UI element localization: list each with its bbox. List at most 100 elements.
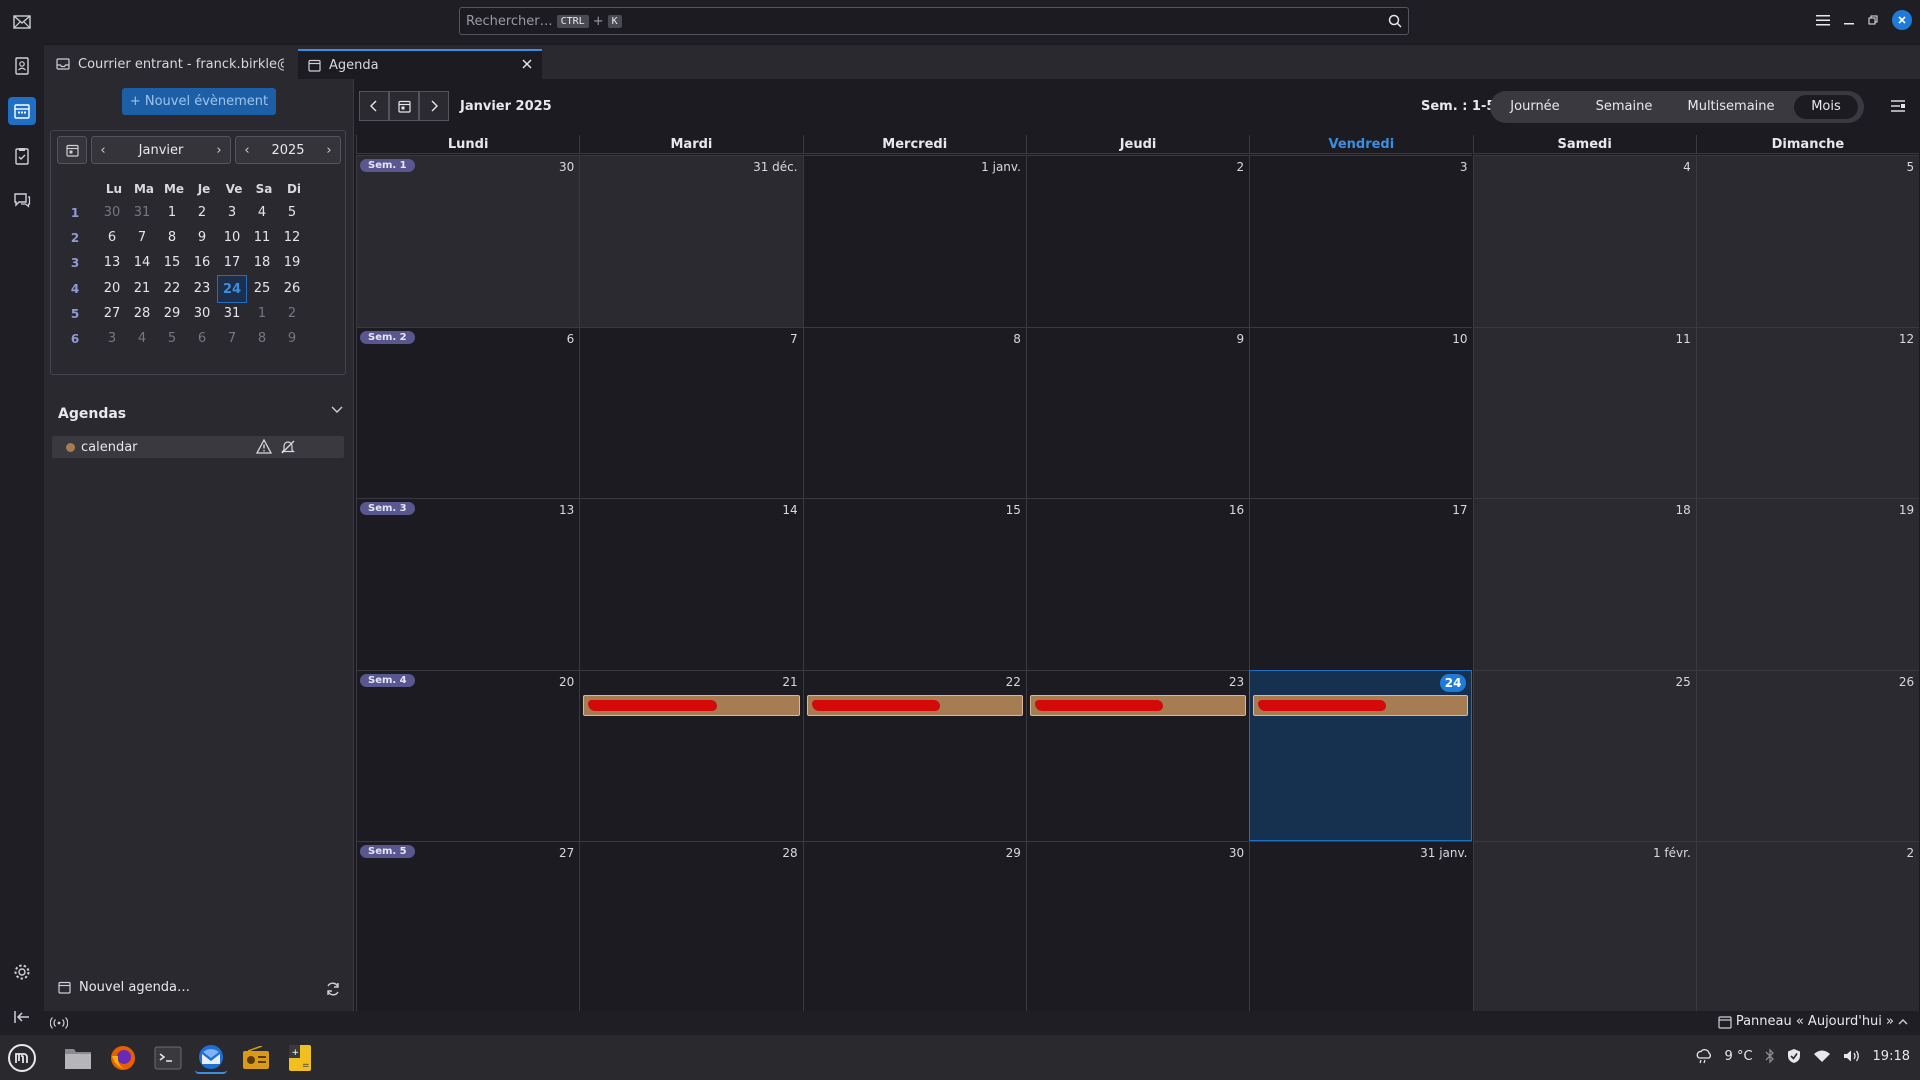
day-cell[interactable]: 7 bbox=[579, 326, 803, 499]
mini-calendar-day[interactable]: 31 bbox=[127, 199, 157, 227]
day-cell[interactable]: 12 bbox=[1695, 326, 1920, 499]
day-cell[interactable]: 6 Sem. 2 bbox=[356, 326, 580, 499]
mini-calendar-day[interactable]: 4 bbox=[127, 325, 157, 353]
mini-calendar-day[interactable]: 4 bbox=[247, 199, 277, 227]
radio-app-icon[interactable] bbox=[240, 1042, 272, 1074]
mini-calendar-day[interactable]: 8 bbox=[157, 224, 187, 252]
mini-calendar-day[interactable]: 25 bbox=[247, 275, 277, 303]
wifi-icon[interactable] bbox=[1813, 1049, 1831, 1063]
day-cell[interactable]: 10 bbox=[1249, 326, 1473, 499]
day-cell[interactable]: 17 bbox=[1249, 498, 1473, 670]
day-cell[interactable]: 21 bbox=[579, 669, 803, 842]
day-cell[interactable]: 29 bbox=[802, 841, 1026, 1013]
mini-calendar-day[interactable]: 1 bbox=[157, 199, 187, 227]
day-cell[interactable]: 16 bbox=[1025, 498, 1250, 670]
refresh-icon[interactable] bbox=[325, 981, 341, 997]
calendar-space-icon[interactable] bbox=[8, 97, 36, 125]
calendar-event[interactable] bbox=[583, 694, 800, 716]
bluetooth-icon[interactable] bbox=[1765, 1048, 1775, 1064]
week-badge[interactable]: Sem. 4 bbox=[360, 673, 415, 687]
mini-calendar-day[interactable]: 10 bbox=[217, 224, 247, 252]
view-tab-multiweek[interactable]: Multisemaine bbox=[1674, 95, 1788, 119]
clock[interactable]: 19:18 bbox=[1873, 1049, 1910, 1064]
tab-agenda[interactable]: Agenda bbox=[298, 49, 542, 79]
day-cell[interactable]: 31 déc. bbox=[579, 155, 803, 327]
close-tab-icon[interactable] bbox=[522, 59, 532, 69]
new-event-button[interactable]: + Nouvel évènement bbox=[122, 88, 276, 115]
mini-calendar-day[interactable]: 2 bbox=[277, 300, 307, 328]
mini-calendar-day[interactable]: 24 bbox=[217, 274, 247, 303]
next-year-icon[interactable]: › bbox=[318, 137, 340, 163]
mini-calendar-day[interactable]: 7 bbox=[217, 325, 247, 353]
mini-calendar-today-button[interactable] bbox=[57, 136, 87, 164]
app-menu-icon[interactable] bbox=[1816, 14, 1830, 26]
mini-calendar-day[interactable]: 11 bbox=[247, 224, 277, 252]
firefox-icon[interactable] bbox=[107, 1042, 139, 1074]
search-icon[interactable] bbox=[1388, 14, 1402, 28]
mini-calendar-day[interactable]: 15 bbox=[157, 249, 187, 277]
mini-calendar-day[interactable]: 7 bbox=[127, 224, 157, 252]
close-window-icon[interactable] bbox=[1892, 10, 1912, 30]
day-cell[interactable]: 9 bbox=[1025, 326, 1250, 499]
mini-calendar-day[interactable]: 12 bbox=[277, 224, 307, 252]
search-box[interactable]: Rechercher… CTRL + K bbox=[459, 7, 1409, 35]
mini-calendar-day[interactable]: 22 bbox=[157, 275, 187, 303]
mini-calendar-day[interactable]: 19 bbox=[277, 249, 307, 277]
week-badge[interactable]: Sem. 1 bbox=[360, 159, 415, 172]
day-cell[interactable]: 26 bbox=[1695, 669, 1920, 842]
weather-icon[interactable] bbox=[1695, 1048, 1713, 1064]
day-cell[interactable]: 31 janv. bbox=[1249, 841, 1473, 1013]
mini-calendar-day[interactable]: 6 bbox=[97, 224, 127, 252]
day-cell[interactable]: 2 bbox=[1695, 841, 1920, 1013]
files-icon[interactable] bbox=[62, 1042, 94, 1074]
day-cell[interactable]: 22 bbox=[802, 669, 1026, 842]
online-status-icon[interactable] bbox=[50, 1017, 68, 1029]
mini-calendar-day[interactable]: 2 bbox=[187, 199, 217, 227]
day-cell[interactable]: 11 bbox=[1472, 326, 1696, 499]
mini-calendar-week-number[interactable]: 4 bbox=[65, 282, 85, 296]
restore-icon[interactable] bbox=[1868, 15, 1878, 25]
mini-calendar-day[interactable]: 30 bbox=[187, 300, 217, 328]
next-month-icon[interactable]: › bbox=[208, 137, 230, 163]
day-cell[interactable]: 4 bbox=[1472, 155, 1696, 327]
mini-calendar-month[interactable]: Janvier bbox=[139, 143, 184, 158]
today-button[interactable] bbox=[389, 91, 419, 121]
chevron-down-icon[interactable] bbox=[331, 406, 343, 414]
mini-calendar-day[interactable]: 28 bbox=[127, 300, 157, 328]
mini-calendar-day[interactable]: 26 bbox=[277, 275, 307, 303]
mini-calendar-day[interactable]: 14 bbox=[127, 249, 157, 277]
mini-calendar-day[interactable]: 9 bbox=[187, 224, 217, 252]
day-cell[interactable]: 20 Sem. 4 bbox=[356, 669, 580, 842]
day-cell[interactable]: 1 févr. bbox=[1472, 841, 1696, 1013]
mini-calendar-day[interactable]: 17 bbox=[217, 249, 247, 277]
mini-calendar-day[interactable]: 3 bbox=[97, 325, 127, 353]
mini-calendar-day[interactable]: 31 bbox=[217, 300, 247, 328]
day-cell[interactable]: 23 bbox=[1025, 669, 1250, 842]
week-badge[interactable]: Sem. 3 bbox=[360, 502, 415, 516]
calendar-event[interactable] bbox=[1029, 694, 1247, 716]
week-badge[interactable]: Sem. 5 bbox=[360, 845, 415, 859]
settings-gear-icon[interactable] bbox=[8, 958, 36, 986]
day-cell[interactable]: 18 bbox=[1472, 498, 1696, 670]
day-cell[interactable]: 30 bbox=[1025, 841, 1250, 1013]
collapse-sidebar-icon[interactable] bbox=[8, 1003, 36, 1031]
day-cell[interactable]: 8 bbox=[802, 326, 1026, 499]
today-pane-toggle[interactable]: Panneau « Aujourd'hui » bbox=[1718, 1014, 1908, 1029]
prev-month-icon[interactable]: ‹ bbox=[92, 137, 114, 163]
mini-calendar-day[interactable]: 1 bbox=[247, 300, 277, 328]
mini-calendar-day[interactable]: 29 bbox=[157, 300, 187, 328]
day-cell[interactable]: 1 janv. bbox=[802, 155, 1026, 327]
mini-calendar-week-number[interactable]: 1 bbox=[65, 206, 85, 220]
day-cell[interactable]: 13 Sem. 3 bbox=[356, 498, 580, 670]
mini-calendar-day[interactable]: 23 bbox=[187, 275, 217, 303]
menu-logo-icon[interactable] bbox=[6, 1042, 38, 1074]
mini-calendar-day[interactable]: 27 bbox=[97, 300, 127, 328]
week-badge[interactable]: Sem. 2 bbox=[360, 330, 415, 344]
mini-calendar-day[interactable]: 16 bbox=[187, 249, 217, 277]
terminal-icon[interactable] bbox=[152, 1042, 184, 1074]
view-tab-week[interactable]: Semaine bbox=[1580, 95, 1668, 119]
mini-calendar-day[interactable]: 8 bbox=[247, 325, 277, 353]
mini-calendar-day[interactable]: 18 bbox=[247, 249, 277, 277]
shield-icon[interactable] bbox=[1787, 1048, 1801, 1064]
day-cell[interactable]: 28 bbox=[579, 841, 803, 1013]
